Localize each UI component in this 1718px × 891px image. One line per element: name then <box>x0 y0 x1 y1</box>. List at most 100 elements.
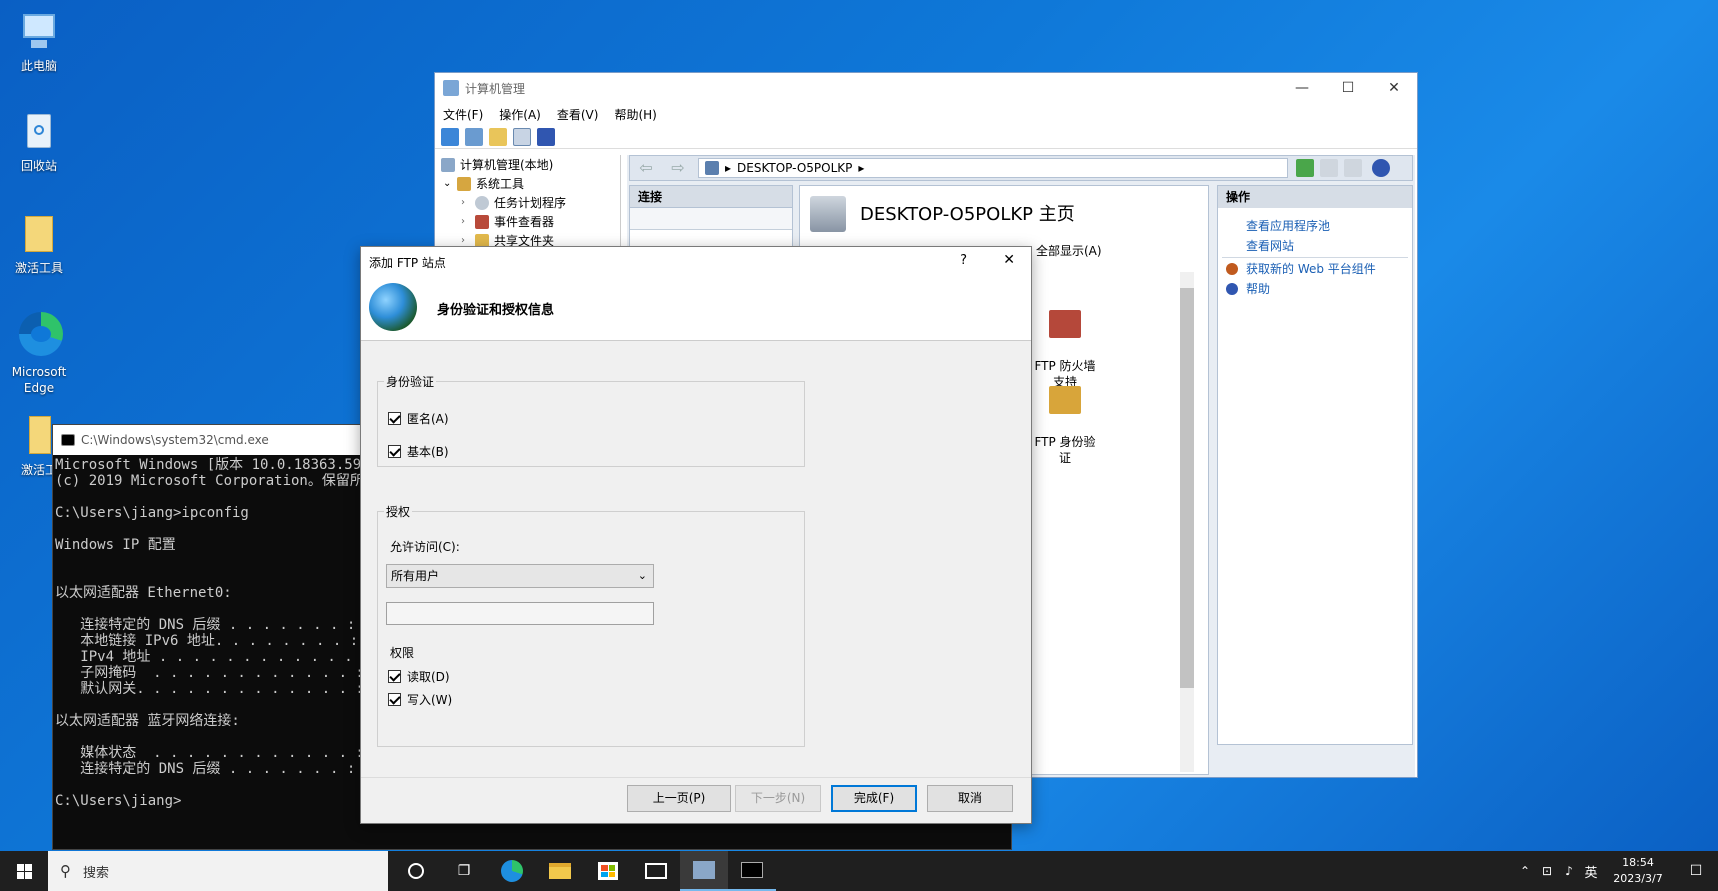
address-box[interactable]: ▸ DESKTOP-O5POLKP ▸ <box>698 158 1288 178</box>
cancel-button[interactable]: 取消 <box>927 785 1013 812</box>
checkbox-checked-icon[interactable] <box>388 692 401 706</box>
read-checkbox[interactable]: 读取(D) <box>388 666 452 686</box>
show-hide-tree-icon[interactable] <box>513 127 531 146</box>
chevron-right-icon[interactable]: › <box>461 216 475 227</box>
tree-item-system-tools[interactable]: ⌄ 系统工具 <box>437 174 620 193</box>
next-button[interactable]: 下一步(N) <box>735 785 821 812</box>
back-arrow-icon[interactable] <box>441 127 459 146</box>
action-get-web-platform-components[interactable]: 获取新的 Web 平台组件 <box>1218 259 1412 279</box>
taskbar-computer-management[interactable] <box>680 851 728 891</box>
volume-icon[interactable]: ♪ <box>1558 864 1580 878</box>
chevron-up-icon[interactable]: ⌃ <box>1514 864 1536 878</box>
dialog-help-button[interactable]: ? <box>960 253 967 268</box>
tree-item-event-viewer[interactable]: › 事件查看器 <box>437 212 620 231</box>
cortana-button[interactable] <box>392 851 440 891</box>
allow-access-dropdown[interactable]: 所有用户 ⌄ <box>386 564 654 588</box>
allow-access-text-input[interactable] <box>386 602 654 625</box>
dialog-titlebar[interactable]: 添加 FTP 站点 ? ✕ <box>361 247 1031 277</box>
folder-up-icon[interactable] <box>489 127 507 146</box>
connections-toolbar <box>630 208 792 230</box>
dropdown-value: 所有用户 <box>391 569 440 583</box>
event-viewer-icon <box>475 214 489 229</box>
action-label: 获取新的 Web 平台组件 <box>1246 262 1376 276</box>
refresh-icon[interactable] <box>1296 159 1314 177</box>
forward-arrow-icon[interactable] <box>465 127 483 146</box>
anonymous-checkbox[interactable]: 匿名(A) <box>388 408 449 428</box>
nav-forward-icon[interactable]: ⇨ <box>662 158 694 178</box>
toolbar <box>435 125 1417 149</box>
chevron-right-icon[interactable]: › <box>461 235 475 246</box>
menu-help[interactable]: 帮助(H) <box>614 106 656 123</box>
clock[interactable]: 18:54 2023/3/7 <box>1602 855 1674 887</box>
taskbar-file-explorer[interactable] <box>536 851 584 891</box>
task-view-icon: ❐ <box>457 863 471 879</box>
notification-icon[interactable]: ☐ <box>1674 863 1718 879</box>
tree-item-computer-management[interactable]: 计算机管理(本地) <box>437 155 620 174</box>
home-icon[interactable] <box>1344 159 1362 177</box>
feature-ftp-authentication[interactable]: FTP 身份验 证 <box>1030 370 1100 466</box>
checkbox-label: 写入(W) <box>407 692 453 707</box>
maximize-button[interactable]: ☐ <box>1325 73 1371 103</box>
previous-button[interactable]: 上一页(P) <box>627 785 731 812</box>
file-explorer-icon <box>549 863 571 879</box>
close-button[interactable]: ✕ <box>1371 73 1417 103</box>
dialog-close-button[interactable]: ✕ <box>1003 252 1015 268</box>
checkbox-label: 匿名(A) <box>407 411 449 426</box>
basic-checkbox[interactable]: 基本(B) <box>388 441 449 461</box>
help-icon[interactable] <box>537 127 555 146</box>
action-view-app-pools[interactable]: 查看应用程序池 <box>1218 216 1412 236</box>
checkbox-checked-icon[interactable] <box>388 444 401 458</box>
help-icon[interactable] <box>1372 159 1390 177</box>
taskbar-cmd[interactable] <box>728 851 776 891</box>
task-view-button[interactable]: ❐ <box>440 851 488 891</box>
window-titlebar[interactable]: 计算机管理 — ☐ ✕ <box>435 73 1417 103</box>
action-label: 帮助 <box>1246 282 1271 296</box>
ime-indicator[interactable]: 英 <box>1580 862 1602 881</box>
recycle-bin-icon <box>17 110 61 154</box>
minimize-button[interactable]: — <box>1279 73 1325 103</box>
taskbar-edge[interactable] <box>488 851 536 891</box>
finish-button[interactable]: 完成(F) <box>831 785 917 812</box>
dialog-header: 身份验证和授权信息 <box>361 277 1031 341</box>
desktop-icon-edge[interactable]: Microsoft Edge <box>0 312 78 396</box>
network-icon[interactable]: ⊡ <box>1536 864 1558 878</box>
windows-logo-icon <box>16 863 32 879</box>
globe-icon <box>369 283 417 331</box>
tree-item-task-scheduler[interactable]: › 任务计划程序 <box>437 193 620 212</box>
mail-icon <box>645 863 667 879</box>
menu-action[interactable]: 操作(A) <box>499 106 541 123</box>
permissions-label: 权限 <box>390 646 415 660</box>
checkbox-checked-icon[interactable] <box>388 669 401 683</box>
action-help[interactable]: 帮助 <box>1218 279 1412 299</box>
menu-file[interactable]: 文件(F) <box>443 106 483 123</box>
app-icon <box>443 80 459 96</box>
clock-time: 18:54 <box>1622 856 1654 869</box>
checkbox-checked-icon[interactable] <box>388 411 401 425</box>
clock-date: 2023/3/7 <box>1613 872 1663 885</box>
actions-pane: 操作 查看应用程序池 查看网站 获取新的 Web 平台组件 帮助 <box>1217 185 1413 745</box>
folder-icon <box>17 212 61 256</box>
desktop-icon-recycle-bin[interactable]: 回收站 <box>0 110 78 174</box>
write-checkbox[interactable]: 写入(W) <box>388 689 452 709</box>
desktop-icon-label: Microsoft Edge <box>11 365 67 395</box>
taskbar-mail[interactable] <box>632 851 680 891</box>
tree-item-label: 任务计划程序 <box>494 196 567 210</box>
desktop-icon-activation-tool[interactable]: 激活工具 <box>0 212 78 276</box>
action-view-sites[interactable]: 查看网站 <box>1218 236 1412 256</box>
nav-back-icon[interactable]: ⇦ <box>630 158 662 178</box>
menu-view[interactable]: 查看(V) <box>557 106 599 123</box>
vertical-scrollbar[interactable] <box>1180 272 1194 772</box>
breadcrumb-server[interactable]: DESKTOP-O5POLKP <box>737 161 852 175</box>
taskbar-store[interactable] <box>584 851 632 891</box>
start-button[interactable] <box>0 851 48 891</box>
stop-icon[interactable] <box>1320 159 1338 177</box>
server-icon <box>705 161 719 175</box>
authentication-icon <box>1049 386 1081 414</box>
desktop-icon-this-pc[interactable]: 此电脑 <box>0 10 78 74</box>
taskbar-search-box[interactable]: ⚲ 搜索 <box>48 851 388 891</box>
chevron-right-icon[interactable]: › <box>461 197 475 208</box>
scrollbar-thumb[interactable] <box>1180 288 1194 688</box>
feature-label: FTP 身份验 证 <box>1034 435 1096 465</box>
show-all-button[interactable]: 全部显示(A) <box>1036 242 1102 259</box>
chevron-down-icon[interactable]: ⌄ <box>443 178 457 189</box>
